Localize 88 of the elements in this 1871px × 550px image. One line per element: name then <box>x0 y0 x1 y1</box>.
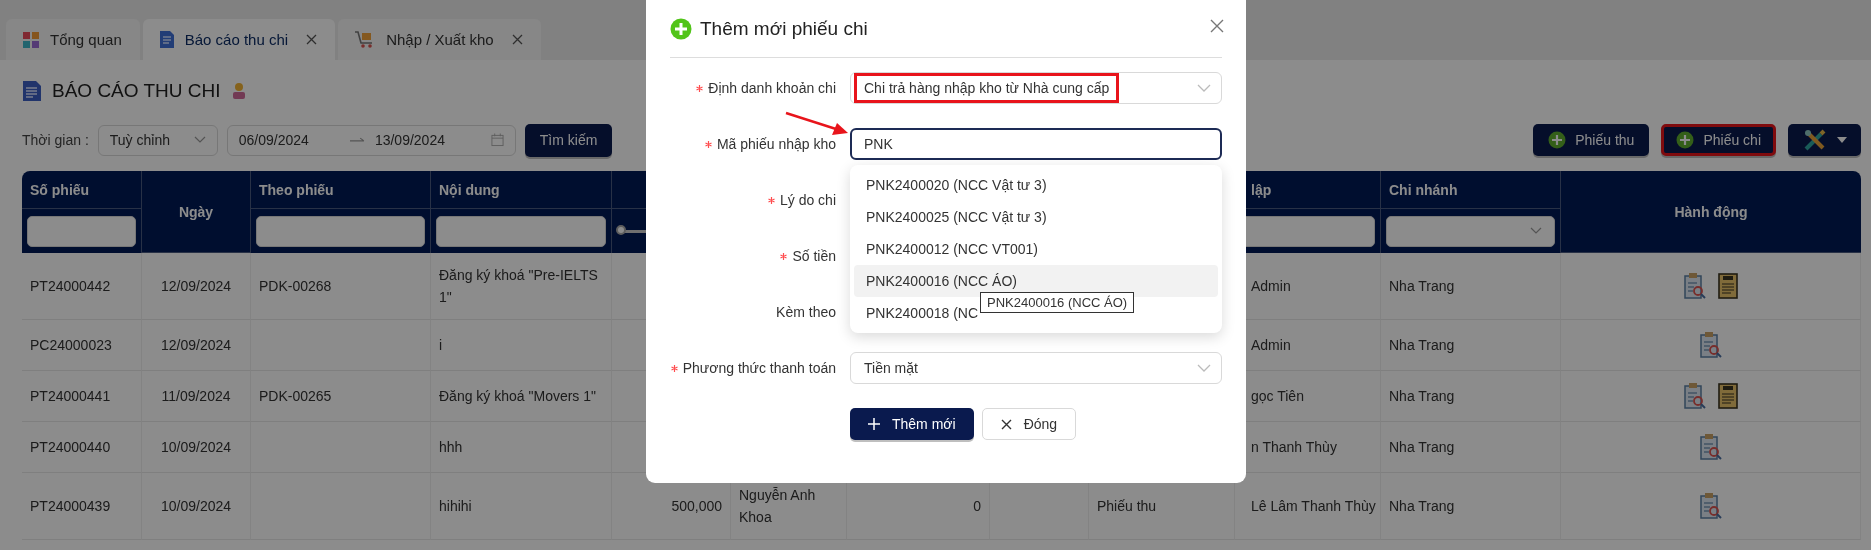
wrench-pencil-icon <box>1802 128 1827 152</box>
close-icon[interactable] <box>1210 19 1224 33</box>
plus-circle-icon <box>670 17 692 40</box>
add-button[interactable]: Thêm mới <box>850 408 974 440</box>
table-cell: 12/09/2024 <box>142 320 251 371</box>
page-title: BÁO CÁO THU CHI <box>52 80 221 102</box>
table-cell: PDK-00268 <box>251 253 431 320</box>
tab[interactable]: Tổng quan <box>6 19 140 60</box>
table-cell: i <box>431 320 612 371</box>
close-icon[interactable] <box>511 34 523 45</box>
filter-field[interactable] <box>256 215 425 247</box>
filter-field[interactable] <box>436 215 606 247</box>
field-label: Lý do chi <box>779 192 836 208</box>
plus-icon <box>868 418 880 430</box>
notepad-icon[interactable] <box>1716 382 1739 410</box>
table-cell: Nha Trang <box>1381 422 1561 473</box>
table-cell: Nha Trang <box>1381 371 1561 422</box>
table-cell: Đăng ký khoá "Pre-IELTS 1" <box>431 253 612 320</box>
person-icon <box>230 82 247 100</box>
column-header: Theo phiếu <box>251 171 431 209</box>
table-cell: 11/09/2024 <box>142 371 251 422</box>
caret-down-icon <box>1836 137 1847 143</box>
table-cell: Nha Trang <box>1381 320 1561 371</box>
table-cell: 10/09/2024 <box>142 473 251 540</box>
table-cell: PT24000442 <box>22 253 142 320</box>
chevron-down-icon <box>1197 83 1211 93</box>
table-cell: PT24000439 <box>22 473 142 540</box>
column-header: Chi nhánh <box>1381 171 1561 209</box>
field-label: Kèm theo <box>776 304 836 320</box>
field-label: Phương thức thanh toán <box>682 360 836 376</box>
document-icon <box>158 30 175 49</box>
input-field[interactable]: PNK <box>850 128 1222 160</box>
tab[interactable]: Nhập / Xuất kho <box>338 19 541 60</box>
table-cell: PT24000440 <box>22 422 142 473</box>
table-cell: PT24000441 <box>22 371 142 422</box>
plus-circle-icon <box>1676 131 1695 149</box>
arrow-right-icon <box>350 136 365 144</box>
table-cell: 10/09/2024 <box>142 422 251 473</box>
search-button[interactable]: Tìm kiếm <box>524 123 613 157</box>
column-header: Ngày <box>142 171 251 253</box>
notepad-icon[interactable] <box>1716 272 1739 300</box>
close-button[interactable]: Đóng <box>981 408 1077 440</box>
slider-thumb[interactable] <box>616 224 626 235</box>
tab[interactable]: Báo cáo thu chi <box>142 19 336 60</box>
dropdown-option[interactable]: PNK2400025 (NCC Vật tư 3) <box>854 201 1049 233</box>
clipboard-search-icon[interactable] <box>1698 331 1723 359</box>
table-cell: Nha Trang <box>1381 473 1561 540</box>
tooltip: PNK2400016 (NCC ÁO) <box>980 292 1135 313</box>
table-cell: Nha Trang <box>1381 253 1561 320</box>
table-cell: 12/09/2024 <box>142 253 251 320</box>
dropdown-option[interactable]: PNK2400018 (NC <box>854 297 981 329</box>
table-cell: hhh <box>431 422 612 473</box>
add-button[interactable]: Phiếu thu <box>1533 124 1650 156</box>
clipboard-search-icon[interactable] <box>1682 382 1707 410</box>
table-cell: PDK-00265 <box>251 371 431 422</box>
time-label: Thời gian : <box>22 132 89 148</box>
table-cell: hihihi <box>431 473 612 540</box>
calendar-icon <box>490 133 504 147</box>
field-label: Định danh khoản chi <box>708 80 836 96</box>
clipboard-search-icon[interactable] <box>1698 492 1723 520</box>
table-cell: Đăng ký khoá "Movers 1" <box>431 371 612 422</box>
column-header: Số phiếu <box>22 171 142 209</box>
clipboard-search-icon[interactable] <box>1682 272 1707 300</box>
dropdown-option[interactable]: PNK2400020 (NCC Vật tư 3) <box>854 169 1049 201</box>
filter-field[interactable] <box>27 215 136 247</box>
chevron-down-icon <box>1197 363 1211 373</box>
field-label: Số tiền <box>792 248 836 264</box>
dropdown-option[interactable]: PNK2400012 (NCC VT001) <box>854 233 1040 265</box>
field-label: Mã phiếu nhập kho <box>716 136 836 152</box>
chevron-down-icon <box>193 136 206 144</box>
select-field[interactable]: Chi trả hàng nhập kho từ Nhà cung cấp <box>850 72 1222 104</box>
modal-title: Thêm mới phiếu chi <box>700 17 868 40</box>
plus-circle-icon <box>1548 131 1567 149</box>
close-icon[interactable] <box>306 34 318 45</box>
table-cell: PC24000023 <box>22 320 142 371</box>
filter-select[interactable] <box>1386 215 1555 247</box>
add-button[interactable]: Phiếu chi <box>1661 124 1776 156</box>
tools-menu-button[interactable] <box>1788 124 1861 156</box>
clipboard-search-icon[interactable] <box>1698 433 1723 461</box>
document-icon <box>22 80 42 102</box>
select-field[interactable]: Tiền mặt <box>850 352 1222 384</box>
dashboard-icon <box>22 30 40 49</box>
period-select[interactable]: Tuỳ chỉnh <box>97 124 218 156</box>
column-header: Hành động <box>1561 171 1861 253</box>
x-icon <box>1000 418 1012 430</box>
column-header: Nội dung <box>431 171 612 209</box>
chevron-down-icon <box>1530 227 1542 235</box>
date-range-field[interactable]: 06/09/2024 13/09/2024 <box>226 124 516 156</box>
